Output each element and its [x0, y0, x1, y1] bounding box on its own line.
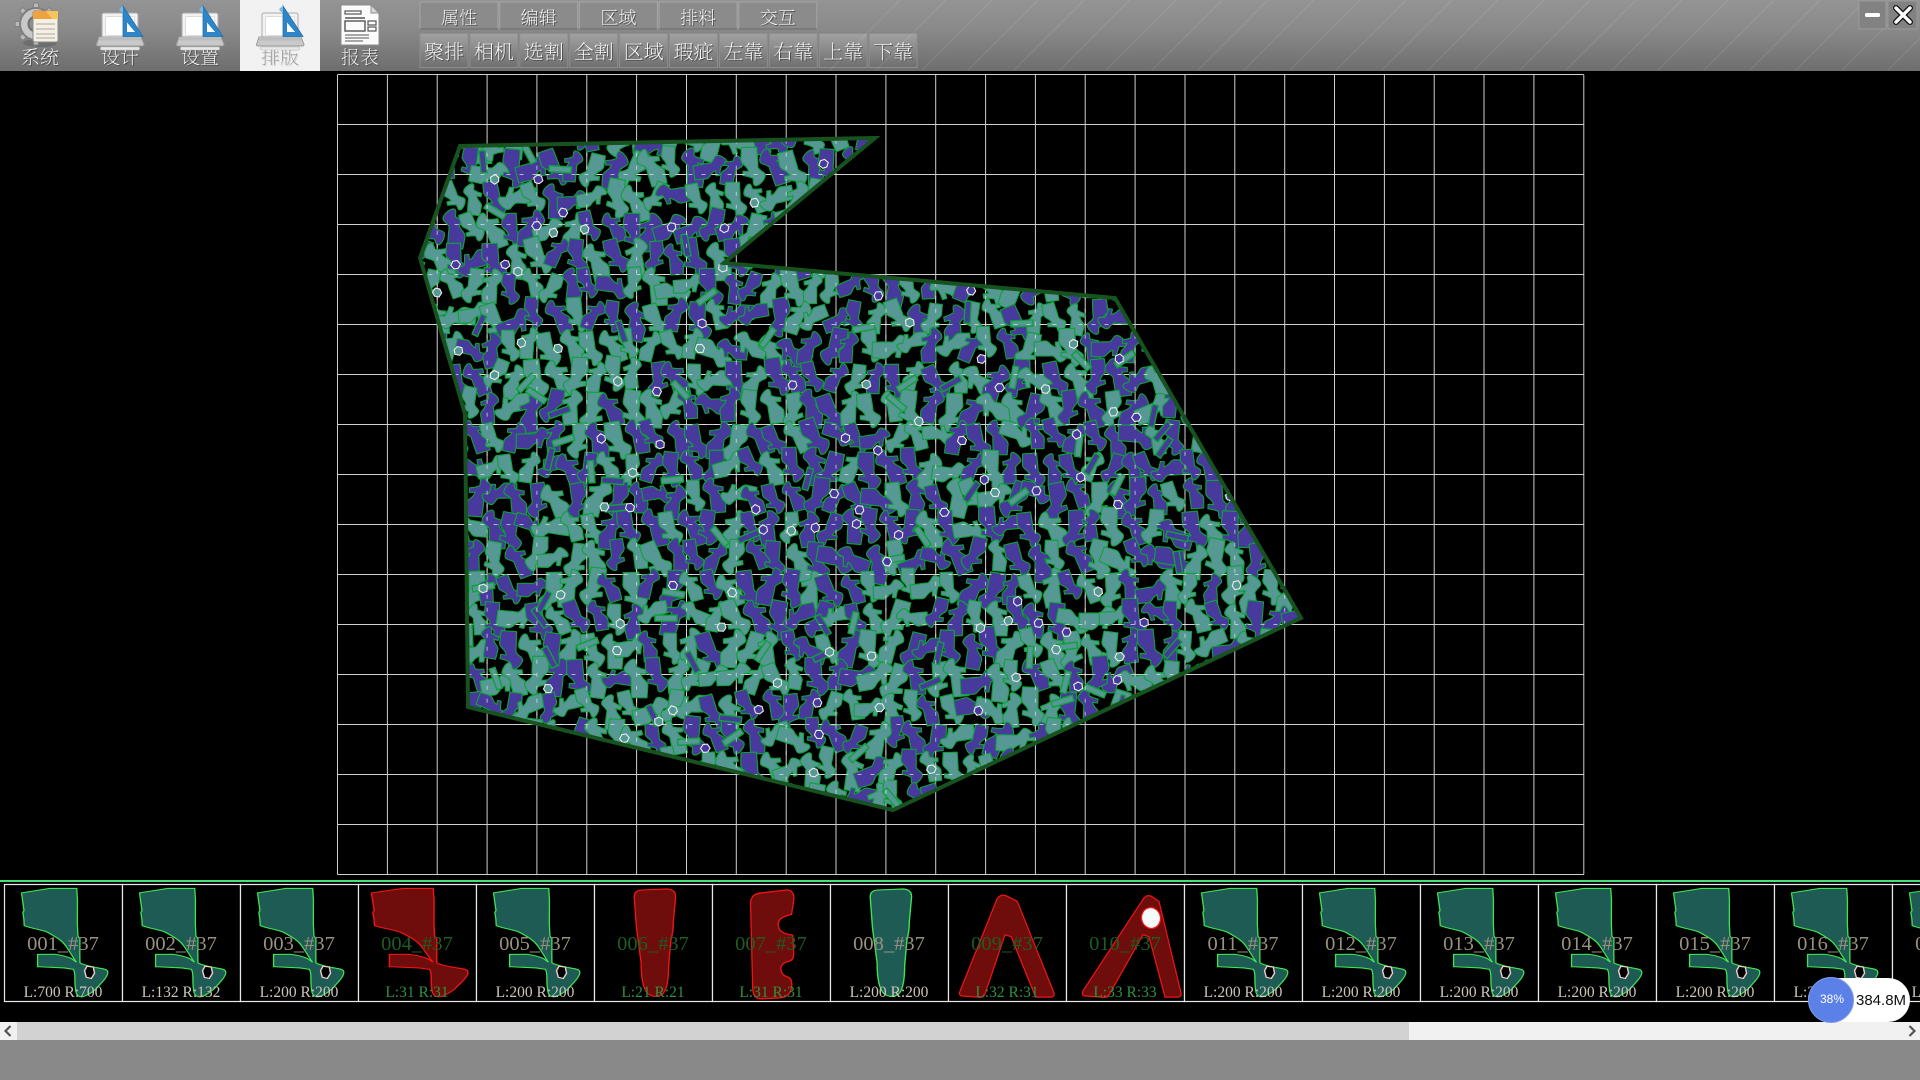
svg-text:L:200 R:200: L:200 R:200	[1322, 984, 1401, 1001]
svg-text:L:200 R:200: L:200 R:200	[496, 984, 575, 1001]
svg-text:014_#37: 014_#37	[1561, 933, 1633, 955]
svg-text:L:200 R:200: L:200 R:200	[1558, 984, 1637, 1001]
svg-text:L:200 R:200: L:200 R:200	[850, 984, 929, 1001]
svg-text:009_#37: 009_#37	[971, 933, 1043, 955]
svg-text:L:200 R:200: L:200 R:200	[1676, 984, 1755, 1001]
svg-text:015_#37: 015_#37	[1679, 933, 1751, 955]
svg-text:L:200 R:200: L:200 R:200	[1204, 984, 1283, 1001]
svg-text:012_#37: 012_#37	[1325, 933, 1397, 955]
svg-text:L:32 R:31: L:32 R:31	[975, 984, 1038, 1001]
svg-text:005_#37: 005_#37	[499, 933, 571, 955]
svg-text:003_#37: 003_#37	[263, 933, 335, 955]
svg-text:L:132 R:132: L:132 R:132	[142, 984, 221, 1001]
svg-text:L:700 R:700: L:700 R:700	[24, 984, 103, 1001]
svg-text:017_#37: 017_#37	[1915, 933, 1920, 955]
svg-text:004_#37: 004_#37	[381, 933, 453, 955]
svg-text:L:200 R:200: L:200 R:200	[260, 984, 339, 1001]
svg-text:L:31 R:31: L:31 R:31	[739, 984, 802, 1001]
svg-text:010_#37: 010_#37	[1089, 933, 1161, 955]
svg-text:L:33 R:33: L:33 R:33	[1093, 984, 1157, 1001]
svg-text:002_#37: 002_#37	[145, 933, 217, 955]
svg-text:001_#37: 001_#37	[27, 933, 99, 955]
svg-text:L:200 R:200: L:200 R:200	[1912, 984, 1920, 1001]
svg-text:013_#37: 013_#37	[1443, 933, 1515, 955]
svg-text:007_#37: 007_#37	[735, 933, 807, 955]
svg-text:006_#37: 006_#37	[617, 933, 689, 955]
svg-text:016_#37: 016_#37	[1797, 933, 1869, 955]
svg-text:008_#37: 008_#37	[853, 933, 925, 955]
svg-text:L:21 R:21: L:21 R:21	[621, 984, 684, 1001]
svg-text:011_#37: 011_#37	[1208, 933, 1279, 955]
svg-text:L:31 R:31: L:31 R:31	[385, 984, 448, 1001]
svg-text:L:200 R:200: L:200 R:200	[1440, 984, 1519, 1001]
